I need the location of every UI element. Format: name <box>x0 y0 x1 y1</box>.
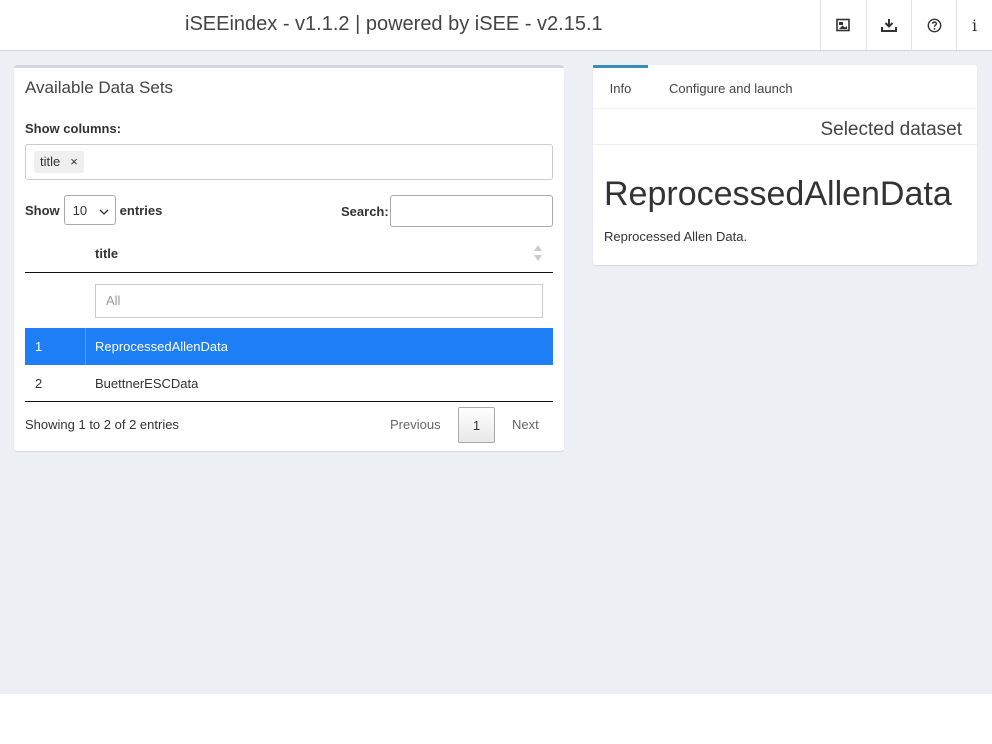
row-number: 2 <box>35 376 43 391</box>
datasets-box-title: Available Data Sets <box>25 78 174 97</box>
previous-button[interactable]: Previous <box>390 407 441 443</box>
image-export-icon <box>836 18 850 32</box>
dataset-name: ReprocessedAllenData <box>604 175 952 213</box>
export-button[interactable] <box>820 0 865 50</box>
dataset-details-box: Info Configure and launch Selected datas… <box>593 65 977 265</box>
next-button[interactable]: Next <box>512 407 539 443</box>
column-chip-title: title × <box>34 151 84 173</box>
page-1-button[interactable]: 1 <box>458 407 495 443</box>
table-info: Showing 1 to 2 of 2 entries <box>25 417 179 432</box>
show-columns-select[interactable]: title × <box>25 144 553 180</box>
entries-select[interactable]: 10 <box>63 195 116 225</box>
row-number: 1 <box>35 339 43 354</box>
dataset-description: Reprocessed Allen Data. <box>604 229 748 244</box>
app-title: iSEEindex - v1.1.2 | powered by iSEE - v… <box>185 13 603 35</box>
show-columns-label: Show columns: <box>25 121 122 136</box>
tab-configure-and-launch[interactable]: Configure and launch <box>669 65 793 109</box>
column-header-title[interactable]: title <box>95 246 118 261</box>
content-area: Available Data Sets Show columns: title … <box>0 51 992 694</box>
help-button[interactable] <box>911 0 956 50</box>
selected-dataset-heading: Selected dataset <box>820 119 962 140</box>
length-control: Show 10 entries <box>25 195 162 225</box>
table-row[interactable]: 2 BuettnerESCData <box>25 365 553 402</box>
details-tabs: Info Configure and launch <box>593 65 977 109</box>
info-button[interactable]: i <box>956 0 992 50</box>
question-circle-icon <box>927 18 942 33</box>
row-title: ReprocessedAllenData <box>95 339 228 354</box>
chip-label: title <box>40 154 61 169</box>
download-button[interactable] <box>866 0 911 50</box>
row-title: BuettnerESCData <box>95 376 199 391</box>
divider <box>593 144 977 145</box>
column-filter-input[interactable]: All <box>95 284 543 318</box>
chevron-down-icon <box>99 203 109 218</box>
download-icon <box>881 18 897 32</box>
page-footer <box>0 694 992 744</box>
cell-divider <box>85 328 86 365</box>
table-header: title <box>25 235 553 273</box>
datasets-box: Available Data Sets Show columns: title … <box>14 65 564 451</box>
entries-label: entries <box>119 202 163 218</box>
entries-value: 10 <box>72 202 88 218</box>
search-label: Search: <box>341 204 389 219</box>
info-icon: i <box>971 15 978 35</box>
chip-remove-button[interactable]: × <box>70 151 78 173</box>
table-row[interactable]: 1 ReprocessedAllenData <box>25 328 553 365</box>
tab-info[interactable]: Info <box>593 65 648 109</box>
show-label: Show <box>25 202 60 218</box>
top-navbar: iSEEindex - v1.1.2 | powered by iSEE - v… <box>0 0 992 51</box>
search-input[interactable] <box>390 195 553 227</box>
sort-icon[interactable] <box>533 244 543 267</box>
